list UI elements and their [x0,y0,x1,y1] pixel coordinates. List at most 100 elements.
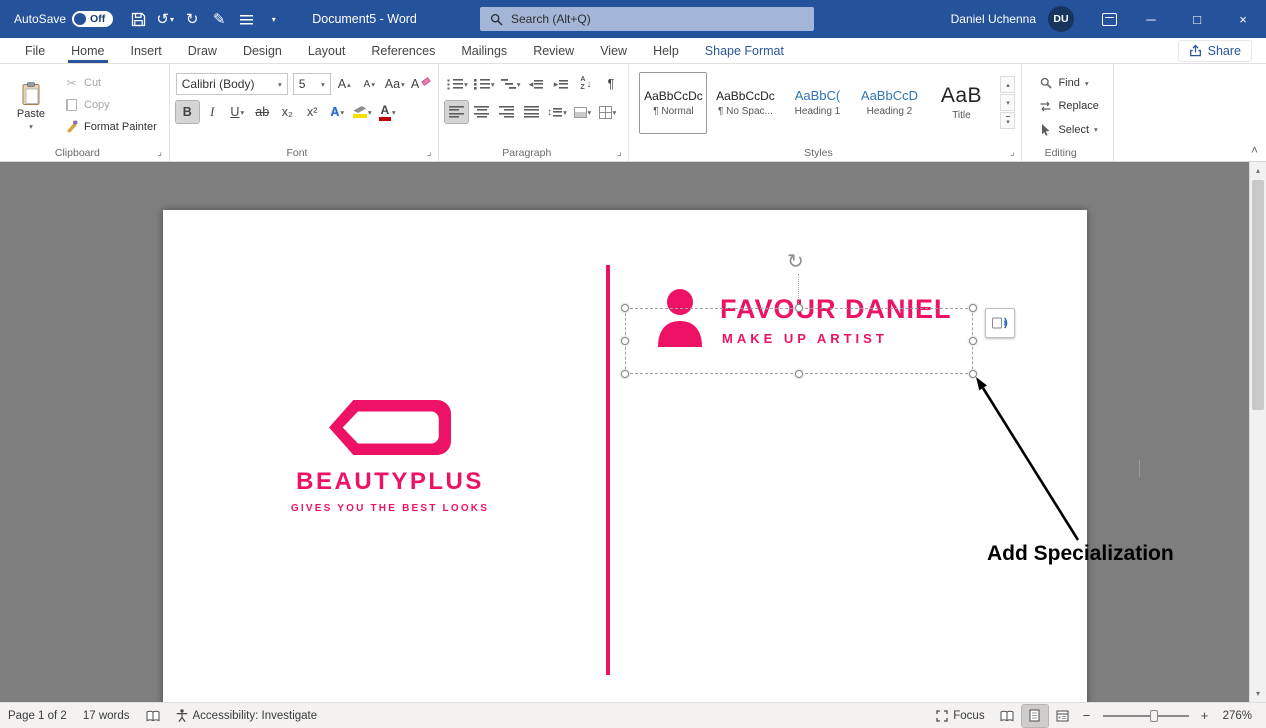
show-formatting-marks-button[interactable]: ¶ [599,73,622,95]
copy-button[interactable]: Copy [60,97,161,113]
scroll-up-button[interactable]: ▴ [1250,162,1266,179]
selection-handle-middle-left[interactable] [621,337,629,345]
user-name[interactable]: Daniel Uchenna [951,12,1036,26]
selection-handle-top-right[interactable] [969,304,977,312]
word-count-status[interactable]: 17 words [75,703,138,728]
justify-button[interactable] [520,101,543,123]
selection-handle-top-middle[interactable] [795,304,803,312]
superscript-button[interactable]: x² [301,101,324,123]
style-heading-1[interactable]: AaBbC( Heading 1 [783,72,851,134]
tab-layout[interactable]: Layout [295,38,359,63]
focus-mode-button[interactable]: Focus [928,710,992,722]
style-no-spacing[interactable]: AaBbCcDc ¶ No Spac... [711,72,779,134]
borders-button[interactable]: ▾ [596,101,619,123]
divider-line-shape[interactable] [606,265,610,675]
selection-handle-bottom-left[interactable] [621,370,629,378]
format-painter-button[interactable]: Format Painter [60,118,161,135]
font-color-button[interactable]: A▾ [376,101,399,123]
styles-more-button[interactable]: ▾ [1000,112,1015,129]
minimize-button[interactable]: ─ [1128,0,1174,38]
font-name-combo[interactable]: Calibri (Body) ▾ [176,73,288,95]
multilevel-list-button[interactable]: ▾ [499,73,523,95]
select-button[interactable]: Select ▾ [1034,121,1102,138]
selection-handle-middle-right[interactable] [969,337,977,345]
text-effects-button[interactable]: A▾ [326,101,349,123]
subscript-button[interactable]: x₂ [276,101,299,123]
strikethrough-button[interactable]: ab [251,101,274,123]
numbering-button[interactable]: ▾ [472,73,497,95]
page[interactable]: BEAUTYPLUS GIVES YOU THE BEST LOOKS FAVO… [163,210,1087,702]
tab-references[interactable]: References [358,38,448,63]
bold-button[interactable]: B [176,101,199,123]
align-center-button[interactable] [470,101,493,123]
sort-button[interactable]: AZ↓ [574,73,597,95]
grow-font-button[interactable]: A▴ [333,73,356,95]
zoom-slider-thumb[interactable] [1150,710,1158,722]
task-list-button[interactable] [233,5,259,33]
line-spacing-button[interactable]: ↕▾ [545,101,569,123]
paragraph-dialog-launcher[interactable]: ⌟ [613,146,625,158]
tab-review[interactable]: Review [520,38,587,63]
collapse-ribbon-button[interactable]: ˄ [1251,143,1258,157]
decrease-indent-button[interactable]: ◂ [524,73,547,95]
tab-insert[interactable]: Insert [118,38,175,63]
close-button[interactable]: × [1220,0,1266,38]
logo-block[interactable]: BEAUTYPLUS GIVES YOU THE BEST LOOKS [275,400,505,514]
zoom-level[interactable]: 276% [1215,710,1260,722]
find-button[interactable]: Find ▾ [1034,75,1102,91]
redo-button[interactable]: ↻ [179,5,205,33]
font-size-combo[interactable]: 5 ▾ [293,73,331,95]
editor-button[interactable]: ✎ [206,5,232,33]
tab-view[interactable]: View [587,38,640,63]
scrollbar-thumb[interactable] [1252,180,1264,410]
avatar[interactable]: DU [1048,6,1074,32]
rotate-handle[interactable]: ↻ [787,252,804,272]
style-normal[interactable]: AaBbCcDc ¶ Normal [639,72,707,134]
qat-more-button[interactable]: ▾ [260,5,286,33]
accessibility-status-button[interactable]: Accessibility: Investigate [168,703,326,728]
highlight-button[interactable]: ▾ [351,101,374,123]
zoom-in-button[interactable]: + [1195,708,1215,723]
scroll-down-button[interactable]: ▾ [1250,685,1266,702]
ribbon-display-options-button[interactable] [1090,0,1128,38]
cut-button[interactable]: ✂ Cut [60,74,161,92]
clipboard-dialog-launcher[interactable]: ⌟ [154,146,166,158]
clear-formatting-button[interactable]: A [409,73,432,95]
save-button[interactable] [125,5,151,33]
style-title[interactable]: AaB Title [927,72,995,134]
tab-shape-format[interactable]: Shape Format [692,38,797,63]
proofing-status-button[interactable] [138,703,168,728]
search-input[interactable] [511,12,804,26]
shading-button[interactable]: ▾ [571,101,594,123]
selection-handle-top-left[interactable] [621,304,629,312]
web-layout-button[interactable] [1050,705,1076,727]
styles-scroll-up-button[interactable]: ▴ [1000,76,1015,93]
tab-home[interactable]: Home [58,38,117,63]
tab-design[interactable]: Design [230,38,295,63]
shrink-font-button[interactable]: A▾ [358,73,381,95]
styles-dialog-launcher[interactable]: ⌟ [1006,146,1018,158]
autosave-toggle[interactable]: Off [72,11,113,27]
tab-file[interactable]: File [12,38,58,63]
vertical-scrollbar[interactable]: ▴ ▾ [1249,162,1266,702]
print-layout-button[interactable] [1022,705,1048,727]
undo-button[interactable]: ↺ ▾ [152,5,178,33]
increase-indent-button[interactable]: ▸ [549,73,572,95]
underline-button[interactable]: U▾ [226,101,249,123]
align-right-button[interactable] [495,101,518,123]
layout-options-button[interactable] [985,308,1015,338]
zoom-slider[interactable] [1103,715,1189,717]
font-dialog-launcher[interactable]: ⌟ [423,146,435,158]
selection-box[interactable] [625,308,973,374]
paste-button[interactable]: Paste ▾ [8,70,54,143]
share-button[interactable]: Share [1178,40,1252,62]
page-number-status[interactable]: Page 1 of 2 [0,703,75,728]
zoom-out-button[interactable]: − [1077,708,1097,723]
change-case-button[interactable]: Aa▾ [383,73,407,95]
tab-mailings[interactable]: Mailings [448,38,520,63]
search-box[interactable] [480,7,814,31]
tab-draw[interactable]: Draw [175,38,230,63]
selection-handle-bottom-middle[interactable] [795,370,803,378]
replace-button[interactable]: Replace [1034,98,1102,114]
styles-scroll-down-button[interactable]: ▾ [1000,94,1015,111]
